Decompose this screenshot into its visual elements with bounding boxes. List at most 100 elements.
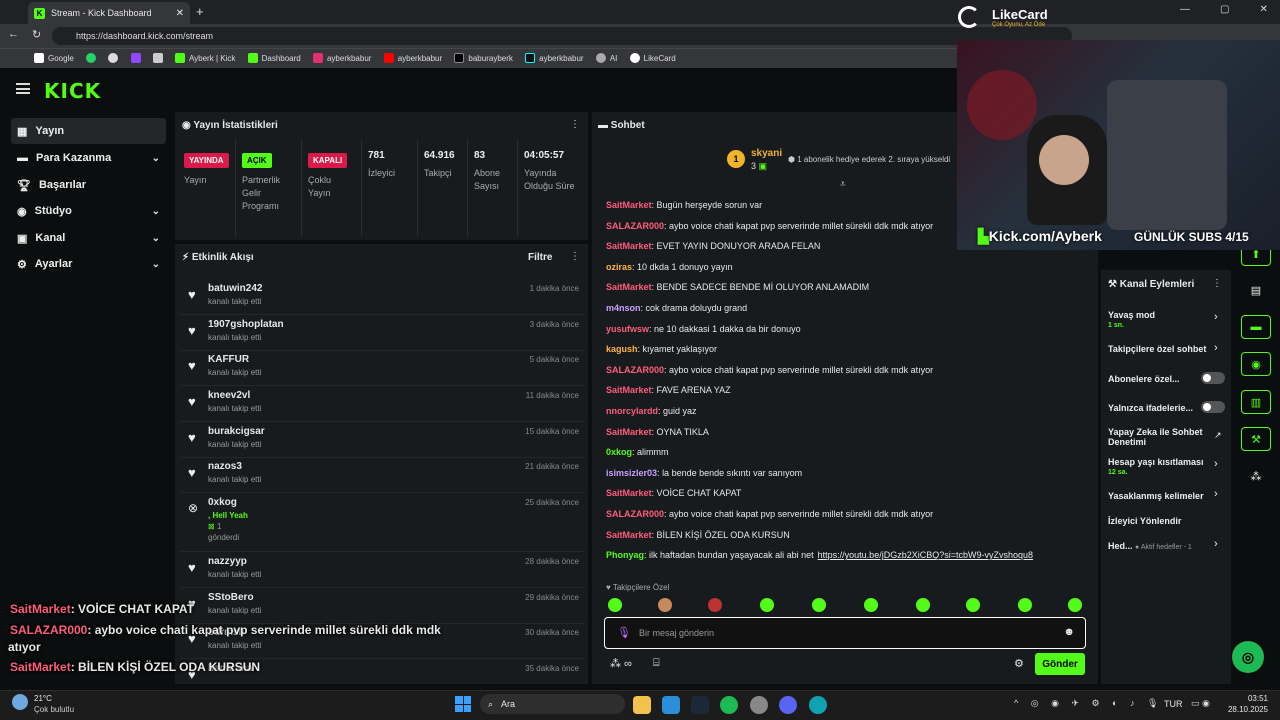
emote[interactable] bbox=[966, 598, 980, 612]
bookmark-ayberk-kick[interactable]: Ayberk | Kick bbox=[174, 53, 235, 63]
emote[interactable] bbox=[658, 598, 672, 612]
file-explorer-icon[interactable] bbox=[633, 696, 651, 714]
chat-username[interactable]: SaitMarket bbox=[606, 200, 652, 210]
bookmark-whatsapp[interactable] bbox=[86, 53, 97, 63]
chat-username[interactable]: 0xkog bbox=[606, 447, 632, 457]
rail-apps-icon[interactable]: ⁂ bbox=[1241, 464, 1271, 488]
emote[interactable] bbox=[812, 598, 826, 612]
bookmark-dashboard[interactable]: Dashboard bbox=[247, 53, 301, 63]
url-field[interactable]: https://dashboard.kick.com/stream bbox=[52, 27, 1072, 45]
steam-icon[interactable] bbox=[691, 696, 709, 714]
photos-icon[interactable] bbox=[662, 696, 680, 714]
chat-username[interactable]: m4nson bbox=[606, 303, 641, 313]
chat-username[interactable]: kagush bbox=[606, 344, 638, 354]
chat-username[interactable]: SALAZAR000 bbox=[606, 509, 664, 519]
external-link-icon[interactable]: ↗ bbox=[1214, 430, 1222, 441]
feed-more-icon[interactable]: ⋮ bbox=[570, 251, 580, 262]
chat-username[interactable]: oziras bbox=[606, 262, 632, 272]
chat-input[interactable]: 🎙︎ Bir mesaj gönderin ☻ bbox=[604, 617, 1086, 649]
bookmark-ai[interactable]: AI bbox=[595, 53, 617, 63]
sidebar-item-ayarlar[interactable]: ⚙ Ayarlar ⌄ bbox=[11, 251, 166, 277]
new-tab-icon[interactable]: + bbox=[196, 4, 204, 19]
sidebar-item-yayin[interactable]: ▦ Yayın bbox=[11, 118, 166, 144]
emote[interactable] bbox=[708, 598, 722, 612]
weather-temp[interactable]: 21°C bbox=[34, 694, 52, 703]
sidebar-item-para-kazanma[interactable]: ▬ Para Kazanma ⌄ bbox=[11, 145, 166, 171]
emote[interactable] bbox=[608, 598, 622, 612]
network-icon[interactable]: ▭ ◉ bbox=[1191, 698, 1210, 709]
stats-more-icon[interactable]: ⋮ bbox=[570, 119, 580, 130]
chat-username[interactable]: SaitMarket bbox=[606, 530, 652, 540]
bookmark-x[interactable]: baburayberk bbox=[454, 53, 513, 63]
chat-username[interactable]: SALAZAR000 bbox=[606, 221, 664, 231]
bookmark-youtube[interactable]: ayberkbabur bbox=[383, 53, 442, 63]
action-slow-mode[interactable]: Yavaş mod 1 sn. bbox=[1108, 310, 1155, 329]
mic-icon[interactable]: 🎙︎ bbox=[617, 626, 631, 639]
action-banned-words[interactable]: Yasaklanmış kelimeler bbox=[1108, 491, 1204, 501]
menu-icon[interactable] bbox=[16, 83, 30, 94]
chevron-right-icon[interactable]: › bbox=[1214, 458, 1218, 470]
action-host[interactable]: İzleyici Yönlendir bbox=[1108, 516, 1181, 526]
chat-username[interactable]: SaitMarket bbox=[606, 241, 652, 251]
emote[interactable] bbox=[1018, 598, 1032, 612]
chat-username[interactable]: SALAZAR000 bbox=[606, 365, 664, 375]
emote[interactable] bbox=[864, 598, 878, 612]
gear-icon[interactable]: ⚙ bbox=[1014, 657, 1024, 670]
chevron-right-icon[interactable]: › bbox=[1214, 342, 1218, 354]
bookmark-tiktok[interactable]: ayberkbabur bbox=[525, 53, 584, 63]
action-account-age[interactable]: Hesap yaşı kısıtlaması 12 sa. bbox=[1108, 457, 1204, 476]
emote[interactable] bbox=[760, 598, 774, 612]
window-close-icon[interactable]: ✕ bbox=[1259, 4, 1267, 15]
rail-layout-icon[interactable]: ▥ bbox=[1241, 390, 1271, 414]
edge-icon[interactable] bbox=[809, 696, 827, 714]
chat-username[interactable]: SaitMarket bbox=[606, 427, 652, 437]
reload-icon[interactable]: ↻ bbox=[32, 28, 41, 41]
emoji-icon[interactable]: ☻ bbox=[1063, 626, 1075, 638]
emote[interactable] bbox=[916, 598, 930, 612]
pinned-user[interactable]: skyani bbox=[751, 148, 782, 159]
emote[interactable] bbox=[1068, 598, 1082, 612]
rail-chat-icon[interactable]: ▬ bbox=[1241, 315, 1271, 339]
bookmark-misc[interactable] bbox=[152, 53, 163, 63]
emotes-only-toggle[interactable] bbox=[1201, 401, 1225, 413]
chat-username[interactable]: SaitMarket bbox=[606, 282, 652, 292]
windows-start-icon[interactable] bbox=[455, 696, 471, 712]
chrome-icon[interactable] bbox=[750, 696, 768, 714]
chevron-right-icon[interactable]: › bbox=[1214, 488, 1218, 500]
chat-username[interactable]: Phonyag bbox=[606, 550, 644, 560]
close-tab-icon[interactable]: ✕ bbox=[176, 8, 184, 19]
kick-icons[interactable]: ⁂ ∞ bbox=[610, 657, 632, 670]
clock-time[interactable]: 03:51 bbox=[1228, 694, 1268, 703]
chat-username[interactable]: yusufwsw bbox=[606, 324, 649, 334]
bookmark-google[interactable]: Google bbox=[34, 53, 74, 63]
taskbar-search[interactable]: ⌕ Ara bbox=[480, 694, 625, 714]
discord-icon[interactable] bbox=[779, 696, 797, 714]
chat-username[interactable]: isimsizler03 bbox=[606, 468, 657, 478]
spotify-icon[interactable] bbox=[720, 696, 738, 714]
subscribers-only-toggle[interactable] bbox=[1201, 372, 1225, 384]
actions-more-icon[interactable]: ⋮ bbox=[1212, 278, 1222, 289]
rail-broadcast-icon[interactable]: ◉ bbox=[1241, 352, 1271, 376]
kick-logo[interactable]: KICK bbox=[44, 79, 101, 103]
sidebar-item-studyo[interactable]: ◉ Stüdyo ⌄ bbox=[11, 198, 166, 224]
sidebar-item-kanal[interactable]: ▣ Kanal ⌄ bbox=[11, 225, 166, 251]
chevron-right-icon[interactable]: › bbox=[1214, 311, 1218, 323]
rail-wrench-icon[interactable]: ⚒ bbox=[1241, 427, 1271, 451]
rail-notes-icon[interactable]: ▤ bbox=[1241, 278, 1271, 302]
support-button[interactable]: ◎ bbox=[1232, 641, 1264, 673]
action-followers-only[interactable]: Takipçilere özel sohbet bbox=[1108, 344, 1210, 354]
bookmark-likecard[interactable]: LikeCard bbox=[629, 53, 676, 63]
language-indicator[interactable]: TUR bbox=[1164, 699, 1183, 709]
back-icon[interactable]: ← bbox=[8, 28, 19, 40]
send-button[interactable]: Gönder bbox=[1035, 653, 1085, 675]
action-goals[interactable]: Hed... ● Aktif hedefler - 1 bbox=[1108, 541, 1192, 551]
tray-icons[interactable]: ^ ◎ ◉ ✈ ⚙ ◐ ♪ 🎙︎ bbox=[1014, 698, 1158, 709]
filter-button[interactable]: Filtre bbox=[528, 252, 552, 263]
bookmark-twitch[interactable] bbox=[130, 53, 141, 63]
maximize-icon[interactable]: ▢ bbox=[1220, 4, 1229, 15]
chevron-right-icon[interactable]: › bbox=[1214, 538, 1218, 550]
chat-username[interactable]: nnorcylardd bbox=[606, 406, 658, 416]
action-ai-moderation[interactable]: Yapay Zeka ile Sohbet Denetimi bbox=[1108, 427, 1208, 447]
chat-username[interactable]: SaitMarket bbox=[606, 385, 652, 395]
browser-tab[interactable]: K Stream - Kick Dashboard ✕ bbox=[28, 2, 190, 24]
